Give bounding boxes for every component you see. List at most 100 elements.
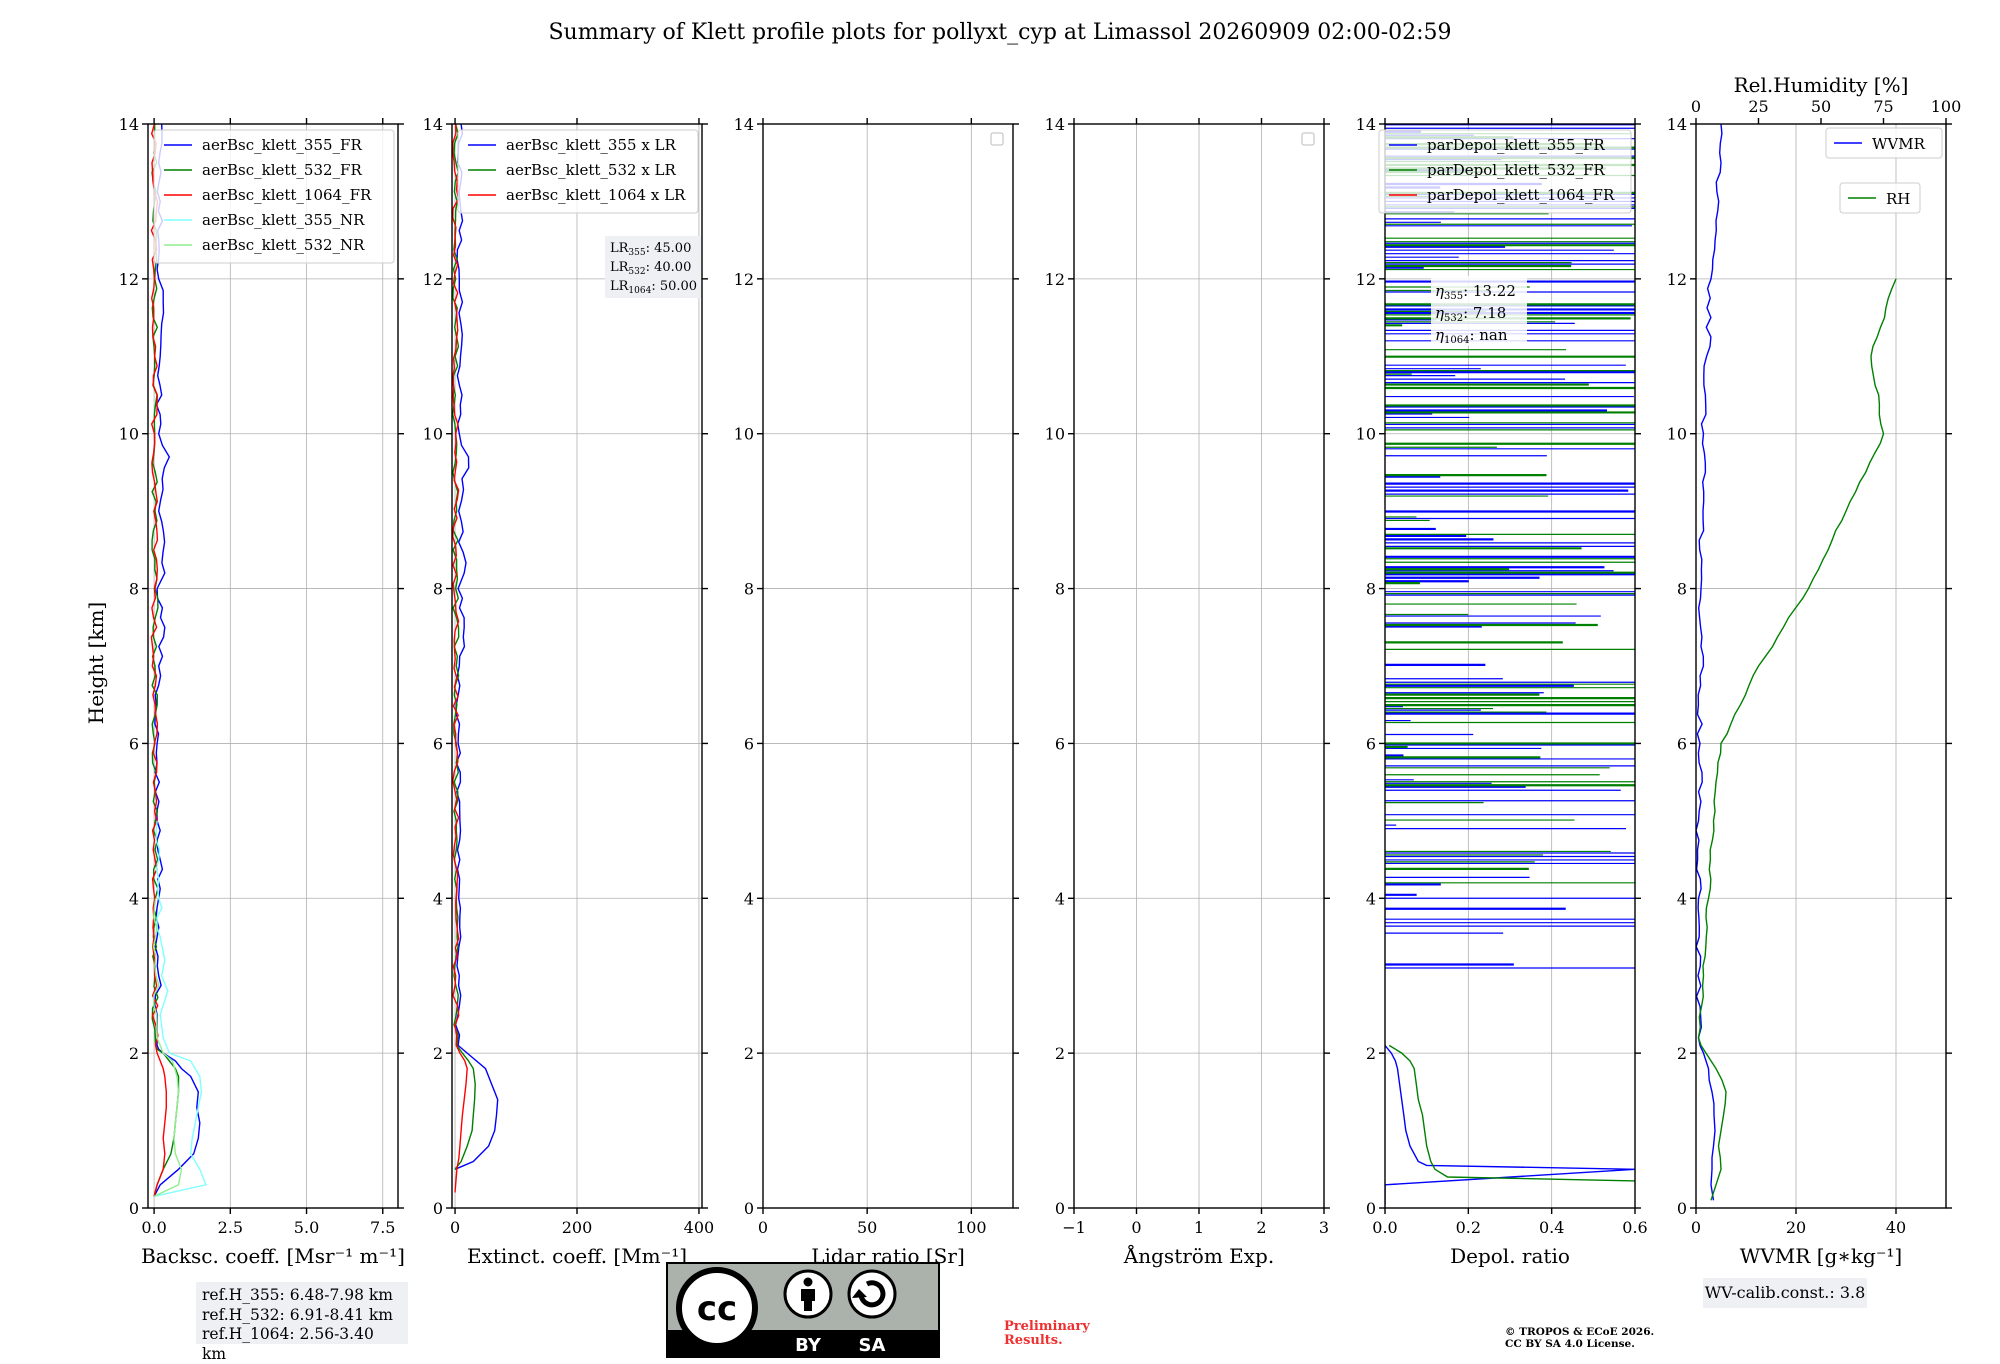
- xtick-label: 0.0: [1372, 1218, 1397, 1237]
- top-xtick-label: 100: [1931, 97, 1962, 116]
- xtick-label: 2: [1256, 1218, 1266, 1237]
- ytick-label: 4: [1055, 889, 1065, 908]
- lidar-ratio-text: LR1064: 50.00: [610, 279, 697, 296]
- ytick-label: 8: [1366, 580, 1376, 599]
- copyright-line-1: © TROPOS & ECoE 2026.: [1505, 1326, 1655, 1338]
- ref-height-355: ref.H_355: 6.48-7.98 km: [202, 1286, 393, 1304]
- ytick-label: 10: [1045, 425, 1065, 444]
- ytick-label: 8: [1677, 580, 1687, 599]
- ytick-label: 10: [423, 425, 443, 444]
- legend-label: aerBsc_klett_355_NR: [202, 211, 365, 229]
- xlabel-angstrom: Ångström Exp.: [1123, 1243, 1274, 1268]
- lidar-ratio-text: LR355: 45.00: [610, 241, 691, 258]
- xtick-label: 0: [1131, 1218, 1141, 1237]
- ytick-label: 6: [129, 734, 139, 753]
- wv-calibration-box: WV-calib.const.: 3.8: [1703, 1278, 1867, 1308]
- ylabel-height: Height [km]: [84, 602, 108, 724]
- ytick-label: 14: [734, 115, 754, 134]
- xtick-label: 20: [1786, 1218, 1806, 1237]
- ytick-label: 14: [423, 115, 443, 134]
- ytick-label: 12: [1356, 270, 1376, 289]
- legend-label: aerBsc_klett_532 x LR: [506, 161, 677, 179]
- ytick-label: 14: [1045, 115, 1065, 134]
- panel-lidar_ratio: 024681012140 50 100Lidar ratio [Sr]: [734, 115, 1019, 1268]
- xtick-label: 1: [1194, 1218, 1204, 1237]
- ytick-label: 2: [1366, 1044, 1376, 1063]
- xtick-label: −1: [1062, 1218, 1086, 1237]
- panel-angstrom: 02468101214−1 0 1 2 3Ångström Exp.: [1045, 115, 1330, 1268]
- legend-label: aerBsc_klett_355_FR: [202, 136, 362, 154]
- ytick-label: 6: [1055, 734, 1065, 753]
- legend-label: parDepol_klett_532_FR: [1427, 161, 1605, 179]
- xtick-label: 200: [562, 1218, 593, 1237]
- series-noise-parDepol_klett_532_FR: [1385, 133, 1635, 884]
- ytick-label: 8: [129, 580, 139, 599]
- legend-label: RH: [1886, 190, 1910, 208]
- panel-water_vapor: 024681012140 20 40WVMR [g∗kg⁻¹]0 25 50 75 100R…: [1667, 73, 1962, 1268]
- top-xlabel-rh: Rel.Humidity [%]: [1734, 73, 1909, 97]
- panel-extinction: 0 2 4 6 8 10 12 14 0 200 400 Extinct. coeff. [Mm⁻¹]…: [423, 115, 715, 1268]
- legend-label: aerBsc_klett_532_FR: [202, 161, 362, 179]
- xtick-label: 100: [956, 1218, 987, 1237]
- xtick-label: 40: [1886, 1218, 1906, 1237]
- xlabel-backscatter: Backsc. coeff. [Msr⁻¹ m⁻¹]: [141, 1244, 405, 1268]
- series-line-aerBsc_klett_1064_FR: [150, 124, 168, 1197]
- plot-area-extinction: [452, 124, 499, 1193]
- preliminary-line-1: Preliminary: [1004, 1319, 1090, 1334]
- ytick-label: 8: [433, 580, 443, 599]
- ytick-label: 8: [744, 580, 754, 599]
- ytick-label: 4: [433, 889, 443, 908]
- panel-backscatter: 0 2 4 6 8 10 12 14 0.0 2.5 5.0 7.5 Backsc. coeff. [M…: [119, 115, 405, 1268]
- ytick-label: 12: [734, 270, 754, 289]
- legend-label: aerBsc_klett_1064_FR: [202, 186, 372, 204]
- xtick-label: 0.6: [1622, 1218, 1647, 1237]
- legend-label: aerBsc_klett_355 x LR: [506, 136, 677, 154]
- ytick-label: 0: [744, 1199, 754, 1218]
- copyright-note: © TROPOS & ECoE 2026. CC BY SA 4.0 Licen…: [1505, 1326, 1654, 1350]
- xlabel-depol: Depol. ratio: [1450, 1244, 1570, 1268]
- xtick-label: 5.0: [294, 1218, 319, 1237]
- ytick-label: 14: [1356, 115, 1376, 134]
- top-xtick-label: 0: [1691, 97, 1701, 116]
- series-line-aerBsc_klett_355_FR: [153, 124, 201, 1197]
- figure-canvas: 024681012140.0 2.5 5.0 7.5Backsc. coeff. [M…: [84, 73, 1962, 1268]
- legend-label: WVMR: [1872, 135, 1926, 153]
- xtick-label: 7.5: [370, 1218, 395, 1237]
- xtick-label: 0: [758, 1218, 768, 1237]
- ytick-label: 10: [119, 425, 139, 444]
- ytick-label: 4: [1677, 889, 1687, 908]
- series-line-WVMR: [1696, 124, 1723, 1201]
- ytick-label: 0: [433, 1199, 443, 1218]
- empty-legend-box: [1301, 132, 1315, 146]
- cc-by-label: BY: [795, 1335, 822, 1356]
- legend-label: parDepol_klett_355_FR: [1427, 136, 1605, 154]
- ytick-label: 2: [129, 1044, 139, 1063]
- series-line-parDepol_klett_532_FR: [1388, 1044, 1635, 1182]
- xlabel-extinction: Extinct. coeff. [Mm⁻¹]: [467, 1244, 687, 1268]
- ytick-label: 4: [1366, 889, 1376, 908]
- xtick-label: 2.5: [218, 1218, 243, 1237]
- cc-by-sa-logo: cc BY SA: [666, 1262, 940, 1358]
- series-line-aerBsc_klett_532_FR: [151, 124, 180, 1197]
- copyright-line-2: CC BY SA 4.0 License.: [1505, 1338, 1635, 1350]
- cc-by-sa-badge: cc BY SA: [666, 1262, 940, 1358]
- empty-legend-box: [990, 132, 1004, 146]
- panel-depol: 0 2 4 6 8 10 12 14 0.0 0.2 0.4 0.6 Depol. ratio parDe…: [1356, 115, 1648, 1268]
- ytick-label: 8: [1055, 580, 1065, 599]
- xtick-label: 0: [1691, 1218, 1701, 1237]
- lidar-ratio-text: LR532: 40.00: [610, 260, 691, 277]
- plot-area-backscatter: [150, 124, 207, 1198]
- top-xtick-label: 50: [1811, 97, 1831, 116]
- xtick-label: 0.2: [1456, 1218, 1481, 1237]
- ytick-label: 2: [744, 1044, 754, 1063]
- ytick-label: 4: [744, 889, 754, 908]
- xtick-label: 0.4: [1539, 1218, 1564, 1237]
- ytick-label: 2: [1677, 1044, 1687, 1063]
- ytick-label: 6: [1677, 734, 1687, 753]
- axes-frame-lidar_ratio: [762, 123, 1014, 1209]
- series-noise-parDepol_klett_355_FR: [1385, 124, 1635, 969]
- reference-height-box: ref.H_355: 6.48-7.98 km ref.H_532: 6.91-…: [196, 1282, 408, 1363]
- preliminary-results-note: Preliminary Results.: [1004, 1320, 1090, 1348]
- ytick-label: 4: [129, 889, 139, 908]
- cc-sa-label: SA: [859, 1335, 886, 1356]
